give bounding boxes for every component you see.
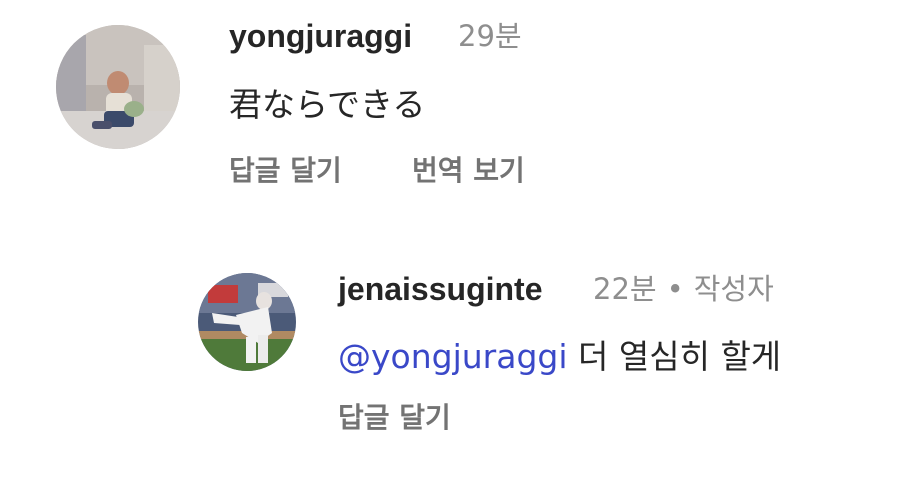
reply-timestamp: 22분 <box>593 272 657 306</box>
reply-reply-button[interactable]: 답글 달기 <box>338 404 451 432</box>
mention-link[interactable]: @yongjuraggi <box>338 337 568 376</box>
reply-body: 더 열심히 할게 <box>578 337 782 376</box>
reply-button[interactable]: 답글 달기 <box>229 157 342 185</box>
reply-username[interactable]: jenaissuginte <box>338 273 543 305</box>
reply-meta: 22분 • 작성자 <box>593 275 774 304</box>
comment-timestamp: 29분 <box>458 19 522 53</box>
meta-separator: • <box>666 272 684 306</box>
translate-button[interactable]: 번역 보기 <box>412 157 525 185</box>
avatar-photo <box>198 273 296 371</box>
commenter-avatar[interactable] <box>56 25 180 149</box>
reply-text: @yongjuraggi 더 열심히 할게 <box>338 340 781 373</box>
avatar-photo <box>56 25 180 149</box>
reply-avatar[interactable] <box>198 273 296 371</box>
comment-text: 君ならできる <box>229 85 426 124</box>
author-badge: 작성자 <box>693 272 774 306</box>
comment-username[interactable]: yongjuraggi <box>229 20 412 52</box>
